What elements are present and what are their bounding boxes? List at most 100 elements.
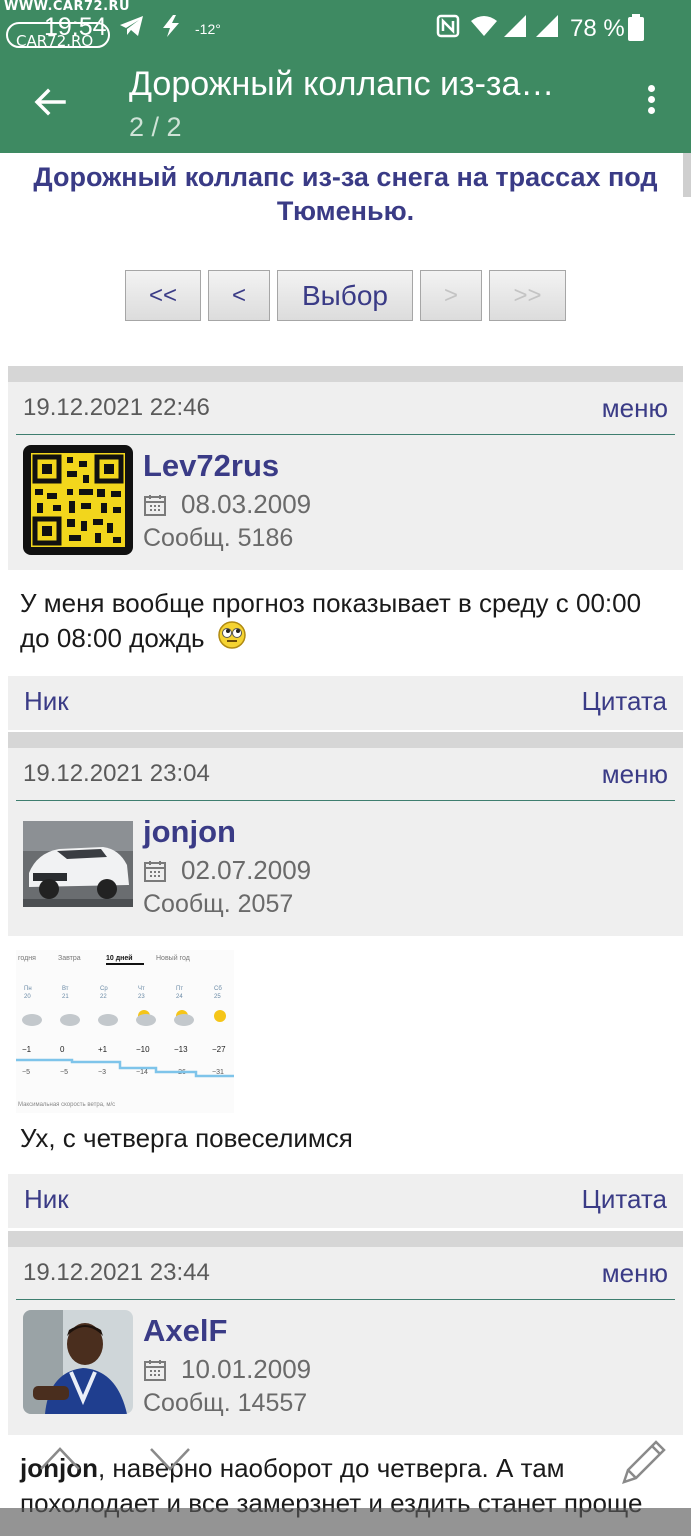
post-text: Ух, с четверга повеселимся <box>20 1123 353 1153</box>
forecast-day: Вт <box>62 986 69 992</box>
registration-date: 02.07.2009 <box>143 855 311 886</box>
forecast-day: Пт <box>176 986 183 992</box>
post-footer: Ник Цитата <box>8 1174 683 1228</box>
post-date: 19.12.2021 22:46 <box>23 394 210 421</box>
page-indicator: 2 / 2 <box>129 112 182 142</box>
forecast-high: −27 <box>212 1045 226 1054</box>
quote-link[interactable]: Цитата <box>582 1184 667 1215</box>
post-header: 19.12.2021 23:44 меню <box>8 1247 683 1300</box>
wifi-icon <box>470 14 498 43</box>
author-nick[interactable]: AxelF <box>143 1313 227 1349</box>
post-author: jonjon 02.07.2009 Сообщ. 2057 <box>8 801 683 936</box>
app-title: Дорожный коллапс из-за… <box>129 65 555 103</box>
back-arrow-icon[interactable] <box>28 80 72 124</box>
snow-cloud-icon <box>98 1014 118 1026</box>
forecast-low: −3 <box>98 1069 106 1076</box>
message-count: Сообщ. 2057 <box>143 890 294 918</box>
first-page-button[interactable]: << <box>125 270 201 321</box>
rolleyes-smiley-icon <box>218 621 246 658</box>
navigation-bar <box>0 1508 691 1536</box>
forecast-date: 24 <box>176 994 183 1000</box>
forecast-tab: Новый год <box>156 954 190 962</box>
forecast-tab-underline <box>106 963 144 965</box>
watermark-text: WWW.CAR72.RU <box>4 0 131 14</box>
prev-page-button[interactable]: < <box>208 270 270 321</box>
forecast-low: −14 <box>136 1069 148 1076</box>
post: 19.12.2021 23:44 меню AxelF 10.01.2009 С… <box>8 1231 683 1536</box>
nick-link[interactable]: Ник <box>24 686 69 717</box>
registration-date-value: 02.07.2009 <box>181 855 312 885</box>
avatar[interactable] <box>23 1310 133 1414</box>
more-vertical-icon[interactable] <box>636 82 666 122</box>
signal-icon-2 <box>534 14 560 43</box>
forecast-high: +1 <box>98 1045 108 1054</box>
forecast-day: Пн <box>24 986 32 992</box>
forecast-tab: Завтра <box>58 955 81 962</box>
temperature-band <box>16 1058 234 1078</box>
post: 19.12.2021 23:04 меню jonjon 02.07.2009 … <box>8 732 683 1228</box>
sun-cloud-icon <box>214 1010 226 1022</box>
forecast-day: Ср <box>100 986 108 992</box>
weather-forecast-image[interactable]: годня Завтра 10 дней Новый год Пн 20 −1 −5 Вт 21 0… <box>16 950 234 1113</box>
calendar-icon <box>144 860 166 882</box>
calendar-icon <box>144 494 166 516</box>
forecast-tab: 10 дней <box>106 954 133 962</box>
forecast-date: 21 <box>62 994 69 1000</box>
post-date: 19.12.2021 23:44 <box>23 1259 210 1286</box>
author-nick[interactable]: jonjon <box>143 814 236 850</box>
signal-icon-1 <box>502 14 528 43</box>
forecast-day: Сб <box>214 986 222 992</box>
post: 19.12.2021 22:46 меню Lev72rus 08.03.200… <box>8 366 683 730</box>
post-menu-link[interactable]: меню <box>602 759 668 790</box>
nfc-icon <box>436 14 460 43</box>
forecast-low: −5 <box>60 1069 68 1076</box>
forecast-high: −1 <box>22 1045 32 1054</box>
snow-cloud-icon <box>22 1014 42 1026</box>
sun-cloud-icon <box>174 1010 194 1026</box>
battery-icon <box>628 14 644 41</box>
post-menu-link[interactable]: меню <box>602 1258 668 1289</box>
author-nick[interactable]: Lev72rus <box>143 448 279 484</box>
post-body: У меня вообще прогноз показывает в среду… <box>8 570 683 676</box>
bolt-icon <box>160 14 182 43</box>
avatar[interactable] <box>23 445 133 555</box>
status-temperature: -12° <box>195 21 221 37</box>
forecast-high: −10 <box>136 1045 150 1054</box>
post-menu-link[interactable]: меню <box>602 393 668 424</box>
registration-date-value: 10.01.2009 <box>181 1354 312 1384</box>
pencil-icon[interactable] <box>618 1434 672 1493</box>
next-page-button[interactable]: > <box>420 270 482 321</box>
scroll-up-icon[interactable] <box>38 1444 82 1477</box>
sun-cloud-icon <box>136 1010 156 1026</box>
calendar-icon <box>144 1359 166 1381</box>
avatar[interactable] <box>23 821 133 907</box>
forecast-date: 25 <box>214 994 221 1000</box>
registration-date: 10.01.2009 <box>143 1354 311 1385</box>
forecast-tab: годня <box>18 955 36 962</box>
topic-title: Дорожный коллапс из-за снега на трассах … <box>33 162 658 226</box>
select-page-button[interactable]: Выбор <box>277 270 413 321</box>
post-body: годня Завтра 10 дней Новый год Пн 20 −1 −5 Вт 21 0… <box>8 936 683 1174</box>
forecast-high: −13 <box>174 1045 188 1054</box>
forecast-date: 23 <box>138 994 145 1000</box>
post-footer: Ник Цитата <box>8 676 683 730</box>
post-header: 19.12.2021 23:04 меню <box>8 748 683 801</box>
forecast-date: 22 <box>100 994 107 1000</box>
forecast-low: −5 <box>22 1069 30 1076</box>
registration-date-value: 08.03.2009 <box>181 489 312 519</box>
post-author: AxelF 10.01.2009 Сообщ. 14557 <box>8 1300 683 1435</box>
nick-link[interactable]: Ник <box>24 1184 69 1215</box>
battery-percent: 78 % <box>570 15 625 42</box>
telegram-icon <box>118 14 146 43</box>
scrollbar[interactable] <box>683 153 691 197</box>
last-page-button[interactable]: >> <box>489 270 566 321</box>
registration-date: 08.03.2009 <box>143 489 311 520</box>
quote-link[interactable]: Цитата <box>582 686 667 717</box>
scroll-down-icon[interactable] <box>148 1446 192 1479</box>
post-author: Lev72rus 08.03.2009 Сообщ. 5186 <box>8 435 683 570</box>
status-time: 19:54 <box>44 13 107 41</box>
post-text: У меня вообще прогноз показывает в среду… <box>20 588 642 653</box>
forecast-caption: Максимальная скорость ветра, м/с <box>18 1102 115 1108</box>
forecast-high: 0 <box>60 1045 65 1054</box>
post-date: 19.12.2021 23:04 <box>23 760 210 787</box>
